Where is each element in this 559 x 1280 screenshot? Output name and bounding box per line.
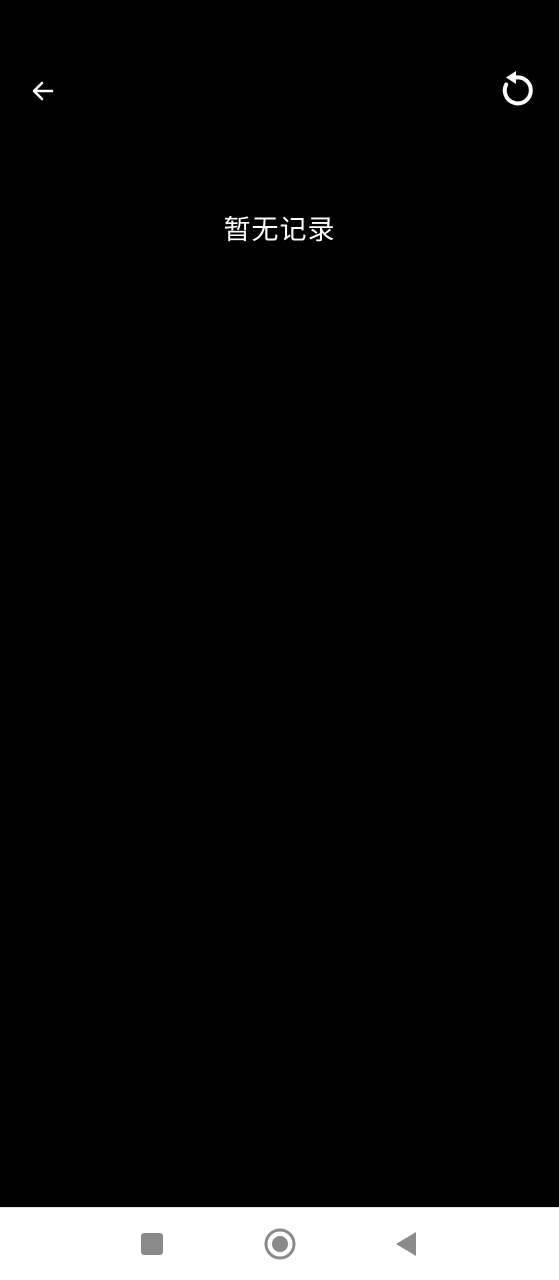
back-button[interactable]: [20, 68, 66, 114]
system-back-button[interactable]: [383, 1221, 429, 1267]
system-navigation-bar: [0, 1207, 559, 1280]
home-button[interactable]: [257, 1221, 303, 1267]
screen: 暂无记录: [0, 0, 559, 1280]
circle-icon: [264, 1228, 296, 1260]
refresh-button[interactable]: [490, 64, 542, 116]
recents-button[interactable]: [129, 1221, 175, 1267]
arrow-left-icon: [32, 81, 54, 101]
triangle-back-icon: [396, 1232, 416, 1256]
square-icon: [141, 1233, 163, 1255]
top-bar: [0, 0, 559, 180]
empty-state-message: 暂无记录: [223, 215, 336, 246]
refresh-icon: [502, 71, 533, 106]
